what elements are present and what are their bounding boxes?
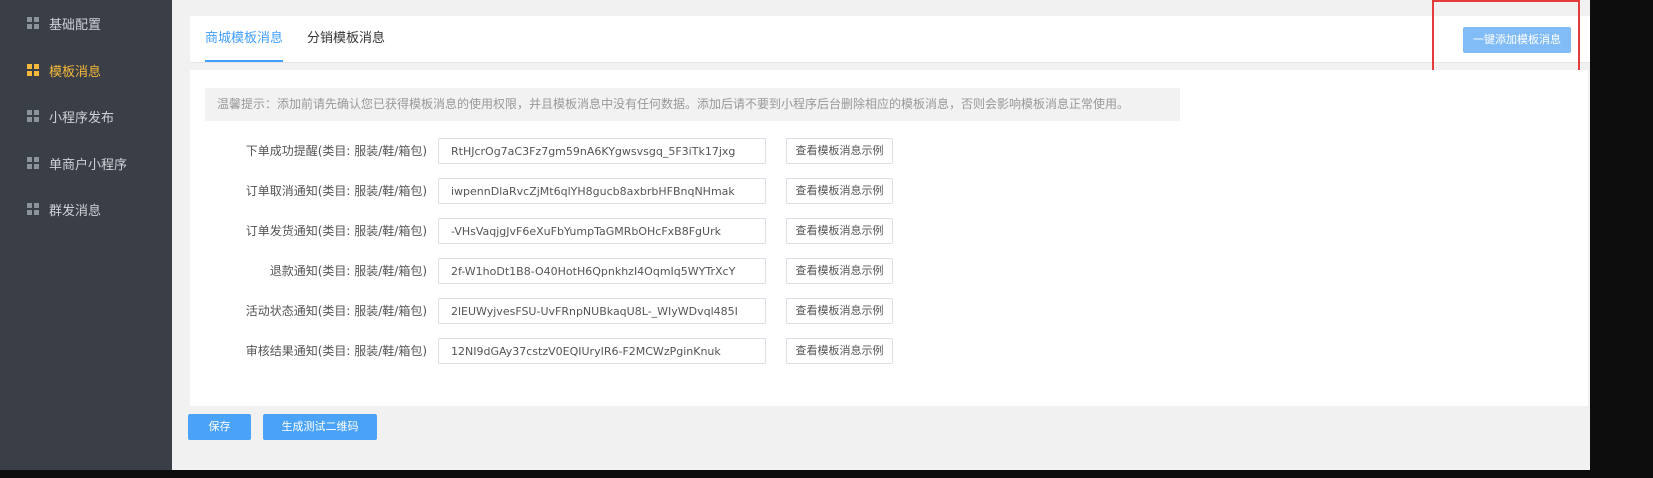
grid-icon bbox=[27, 17, 39, 29]
grid-icon bbox=[27, 203, 39, 215]
view-template-example-button[interactable]: 查看模板消息示例 bbox=[786, 338, 893, 364]
template-row: 审核结果通知(类目: 服装/鞋/箱包) 查看模板消息示例 bbox=[190, 336, 1090, 366]
template-label: 订单发货通知(类目: 服装/鞋/箱包) bbox=[245, 224, 427, 238]
template-id-input[interactable] bbox=[438, 258, 766, 284]
template-id-input[interactable] bbox=[438, 218, 766, 244]
sidebar-item-label: 单商户小程序 bbox=[49, 157, 128, 173]
template-id-input[interactable] bbox=[438, 298, 766, 324]
view-template-example-button[interactable]: 查看模板消息示例 bbox=[786, 138, 893, 164]
view-template-example-button[interactable]: 查看模板消息示例 bbox=[786, 258, 893, 284]
sidebar: 基础配置 模板消息 小程序发布 单商户小程序 群发消息 bbox=[0, 0, 172, 470]
app-window: 基础配置 模板消息 小程序发布 单商户小程序 群发消息 商城模板消息 分销模板消… bbox=[0, 0, 1590, 470]
template-id-input[interactable] bbox=[438, 178, 766, 204]
sidebar-item-label: 小程序发布 bbox=[49, 110, 115, 126]
sidebar-item-mass-message[interactable]: 群发消息 bbox=[0, 189, 172, 229]
grid-icon bbox=[27, 157, 39, 169]
template-id-input[interactable] bbox=[438, 138, 766, 164]
sidebar-item-mini-program-publish[interactable]: 小程序发布 bbox=[0, 96, 172, 136]
sidebar-item-label: 基础配置 bbox=[49, 17, 102, 33]
tab-bar: 商城模板消息 分销模板消息 bbox=[190, 16, 1590, 63]
sidebar-item-single-merchant[interactable]: 单商户小程序 bbox=[0, 143, 172, 183]
template-label: 下单成功提醒(类目: 服装/鞋/箱包) bbox=[245, 144, 427, 158]
one-click-add-templates-button[interactable]: 一键添加模板消息 bbox=[1463, 27, 1571, 53]
template-row: 订单取消通知(类目: 服装/鞋/箱包) 查看模板消息示例 bbox=[190, 176, 1090, 206]
sidebar-item-label: 群发消息 bbox=[49, 203, 102, 219]
save-button[interactable]: 保存 bbox=[188, 414, 251, 440]
grid-icon bbox=[27, 64, 39, 76]
template-label: 审核结果通知(类目: 服装/鞋/箱包) bbox=[245, 344, 427, 358]
template-form-panel: 温馨提示：添加前请先确认您已获得模板消息的使用权限，并且模板消息中没有任何数据。… bbox=[190, 70, 1588, 406]
sidebar-item-template-messages[interactable]: 模板消息 bbox=[0, 50, 172, 90]
template-id-input[interactable] bbox=[438, 338, 766, 364]
view-template-example-button[interactable]: 查看模板消息示例 bbox=[786, 178, 893, 204]
template-row: 下单成功提醒(类目: 服装/鞋/箱包) 查看模板消息示例 bbox=[190, 136, 1090, 166]
template-label: 退款通知(类目: 服装/鞋/箱包) bbox=[269, 264, 427, 278]
template-row: 退款通知(类目: 服装/鞋/箱包) 查看模板消息示例 bbox=[190, 256, 1090, 286]
generate-test-qrcode-button[interactable]: 生成测试二维码 bbox=[263, 414, 377, 440]
template-row: 活动状态通知(类目: 服装/鞋/箱包) 查看模板消息示例 bbox=[190, 296, 1090, 326]
view-template-example-button[interactable]: 查看模板消息示例 bbox=[786, 218, 893, 244]
template-label: 订单取消通知(类目: 服装/鞋/箱包) bbox=[245, 184, 427, 198]
grid-icon bbox=[27, 110, 39, 122]
tab-mall-template-messages[interactable]: 商城模板消息 bbox=[205, 16, 284, 62]
sidebar-item-label: 模板消息 bbox=[49, 64, 102, 80]
template-row: 订单发货通知(类目: 服装/鞋/箱包) 查看模板消息示例 bbox=[190, 216, 1090, 246]
template-label: 活动状态通知(类目: 服装/鞋/箱包) bbox=[245, 304, 427, 318]
tab-distribution-template-messages[interactable]: 分销模板消息 bbox=[307, 16, 385, 62]
view-template-example-button[interactable]: 查看模板消息示例 bbox=[786, 298, 893, 324]
notice-banner: 温馨提示：添加前请先确认您已获得模板消息的使用权限，并且模板消息中没有任何数据。… bbox=[205, 88, 1180, 121]
sidebar-item-basic-config[interactable]: 基础配置 bbox=[0, 3, 172, 43]
